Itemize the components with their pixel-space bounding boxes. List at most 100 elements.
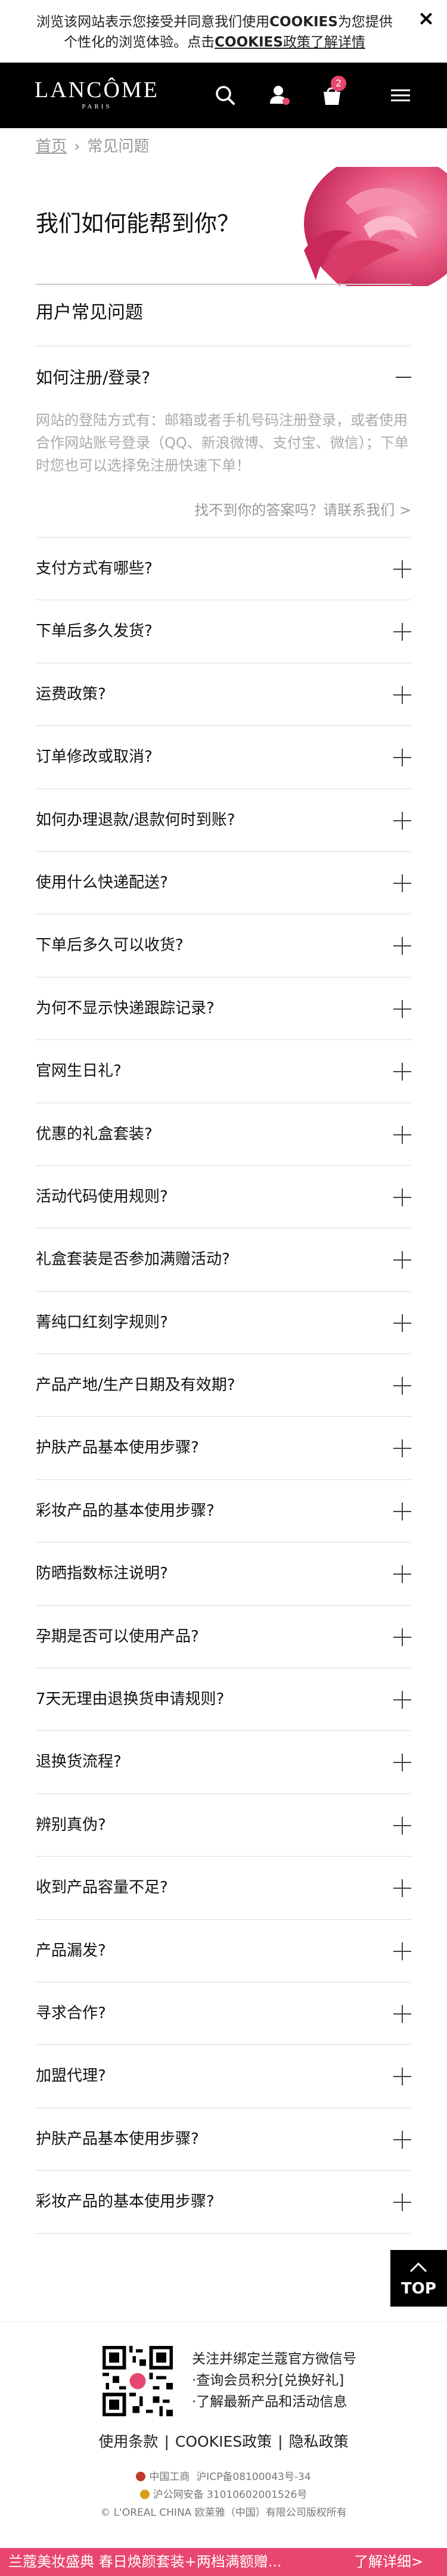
faq-item[interactable]: 加盟代理?: [36, 2045, 411, 2108]
menu-icon[interactable]: [387, 82, 414, 108]
collapse-icon[interactable]: [396, 377, 411, 378]
faq-item[interactable]: 为何不显示快递跟踪记录?: [36, 977, 411, 1041]
cookies-policy-link[interactable]: COOKIES政策: [175, 2433, 272, 2450]
plus-icon[interactable]: [393, 1439, 411, 1458]
faq-item[interactable]: 彩妆产品的基本使用步骤?: [36, 2171, 411, 2234]
faq-question[interactable]: 护肤产品基本使用步骤?: [36, 1417, 199, 1479]
faq-item[interactable]: 如何办理退款/退款何时到账?: [36, 789, 411, 852]
faq-question[interactable]: 使用什么快递配送?: [36, 852, 168, 914]
close-icon[interactable]: ×: [416, 8, 436, 29]
plus-icon[interactable]: [393, 1125, 411, 1144]
faq-question[interactable]: 护肤产品基本使用步骤?: [36, 2108, 199, 2171]
faq-question[interactable]: 防晒指数标注说明?: [36, 1543, 168, 1605]
cookie-text-strong[interactable]: COOKIES: [215, 35, 283, 50]
faq-item[interactable]: 下单后多久可以收货?: [36, 914, 411, 977]
logo-wordmark[interactable]: LANCÔME: [35, 78, 159, 102]
faq-item[interactable]: 礼盒套装是否参加满赠活动?: [36, 1228, 411, 1292]
plus-icon[interactable]: [393, 685, 411, 704]
faq-item[interactable]: 订单修改或取消?: [36, 726, 411, 789]
promo-bar[interactable]: 兰蔻美妆盛典 春日焕颜套装+两档满额赠... 了解详细>: [0, 2548, 447, 2576]
faq-item[interactable]: 产品产地/生产日期及有效期?: [36, 1354, 411, 1417]
account-icon[interactable]: [266, 82, 293, 108]
logo-subtitle[interactable]: PARIS: [35, 103, 159, 110]
plus-icon[interactable]: [393, 1377, 411, 1395]
plus-icon[interactable]: [393, 1816, 411, 1835]
terms-link[interactable]: 使用条款: [98, 2433, 158, 2450]
faq-item[interactable]: 防晒指数标注说明?: [36, 1543, 411, 1606]
icp-label[interactable]: 中国工商: [149, 2471, 190, 2483]
breadcrumb-home-link[interactable]: 首页: [36, 138, 67, 156]
faq-item[interactable]: 护肤产品基本使用步骤?: [36, 2108, 411, 2171]
faq-question[interactable]: 孕期是否可以使用产品?: [36, 1606, 199, 1668]
back-to-top-label[interactable]: TOP: [390, 2280, 447, 2298]
plus-icon[interactable]: [393, 937, 411, 955]
faq-question[interactable]: 彩妆产品的基本使用步骤?: [36, 2171, 215, 2233]
plus-icon[interactable]: [393, 1502, 411, 1520]
faq-question[interactable]: 支付方式有哪些?: [36, 538, 153, 600]
search-icon[interactable]: [212, 82, 238, 108]
faq-item[interactable]: 使用什么快递配送?: [36, 852, 411, 915]
plus-icon[interactable]: [393, 2068, 411, 2086]
faq-question[interactable]: 活动代码使用规则?: [36, 1166, 168, 1228]
faq-question[interactable]: 加盟代理?: [36, 2045, 106, 2108]
privacy-policy-link[interactable]: 隐私政策: [289, 2433, 349, 2450]
plus-icon[interactable]: [393, 2193, 411, 2212]
plus-icon[interactable]: [393, 1753, 411, 1772]
faq-question[interactable]: 如何注册/登录?: [36, 368, 150, 387]
plus-icon[interactable]: [393, 811, 411, 830]
plus-icon[interactable]: [393, 1691, 411, 1709]
plus-icon[interactable]: [393, 623, 411, 641]
cookie-policy-link[interactable]: COOKIES政策了解详情: [215, 35, 365, 50]
faq-question[interactable]: 下单后多久可以收货?: [36, 914, 184, 977]
plus-icon[interactable]: [393, 1565, 411, 1584]
faq-item[interactable]: 7天无理由退换货申请规则?: [36, 1668, 411, 1731]
faq-question[interactable]: 官网生日礼?: [36, 1040, 122, 1103]
faq-item[interactable]: 收到产品容量不足?: [36, 1857, 411, 1920]
faq-item[interactable]: 寻求合作?: [36, 1982, 411, 2046]
faq-item[interactable]: 退换货流程?: [36, 1731, 411, 1794]
faq-question[interactable]: 产品漏发?: [36, 1920, 106, 1982]
faq-item[interactable]: 彩妆产品的基本使用步骤?: [36, 1480, 411, 1543]
plus-icon[interactable]: [393, 1314, 411, 1332]
faq-question-toggle[interactable]: 如何注册/登录?: [36, 346, 411, 409]
plus-icon[interactable]: [393, 1000, 411, 1018]
faq-question[interactable]: 优惠的礼盒套装?: [36, 1103, 153, 1166]
faq-item[interactable]: 下单后多久发货?: [36, 600, 411, 663]
faq-item[interactable]: 活动代码使用规则?: [36, 1166, 411, 1229]
faq-question[interactable]: 菁纯口红刻字规则?: [36, 1292, 168, 1354]
plus-icon[interactable]: [393, 2004, 411, 2023]
faq-question[interactable]: 寻求合作?: [36, 1982, 106, 2045]
faq-question[interactable]: 7天无理由退换货申请规则?: [36, 1668, 224, 1731]
faq-question[interactable]: 彩妆产品的基本使用步骤?: [36, 1480, 215, 1543]
plus-icon[interactable]: [393, 1251, 411, 1270]
contact-us-link[interactable]: 找不到你的答案吗？请联系我们 >: [36, 499, 411, 521]
faq-item[interactable]: 产品漏发?: [36, 1920, 411, 1982]
plus-icon[interactable]: [393, 1879, 411, 1898]
faq-question[interactable]: 产品产地/生产日期及有效期?: [36, 1354, 235, 1417]
faq-item[interactable]: 支付方式有哪些?: [36, 538, 411, 601]
plus-icon[interactable]: [393, 560, 411, 578]
faq-question[interactable]: 收到产品容量不足?: [36, 1857, 168, 1919]
promo-text[interactable]: 兰蔻美妆盛典 春日焕颜套装+两档满额赠...: [8, 2548, 282, 2576]
faq-item[interactable]: 辨别真伪?: [36, 1794, 411, 1857]
promo-details-link[interactable]: 了解详细>: [354, 2548, 423, 2576]
faq-question[interactable]: 退换货流程?: [36, 1731, 122, 1793]
faq-item[interactable]: 护肤产品基本使用步骤?: [36, 1417, 411, 1480]
plus-icon[interactable]: [393, 1063, 411, 1081]
faq-item[interactable]: 运费政策?: [36, 663, 411, 727]
plus-icon[interactable]: [393, 1942, 411, 1960]
plus-icon[interactable]: [393, 1188, 411, 1206]
faq-question[interactable]: 礼盒套装是否参加满赠活动?: [36, 1228, 230, 1291]
faq-question[interactable]: 订单修改或取消?: [36, 726, 153, 789]
faq-question[interactable]: 下单后多久发货?: [36, 600, 153, 663]
brand-logo[interactable]: LANCÔME PARIS: [35, 78, 159, 110]
faq-question[interactable]: 如何办理退款/退款何时到账?: [36, 789, 235, 852]
plus-icon[interactable]: [393, 1628, 411, 1646]
faq-item[interactable]: 官网生日礼?: [36, 1040, 411, 1103]
plus-icon[interactable]: [393, 749, 411, 767]
faq-item[interactable]: 优惠的礼盒套装?: [36, 1103, 411, 1166]
back-to-top-button[interactable]: TOP: [390, 2250, 447, 2307]
icp-number[interactable]: 沪ICP备08100043号-34: [196, 2471, 311, 2483]
faq-question[interactable]: 运费政策?: [36, 663, 106, 726]
plus-icon[interactable]: [393, 874, 411, 892]
